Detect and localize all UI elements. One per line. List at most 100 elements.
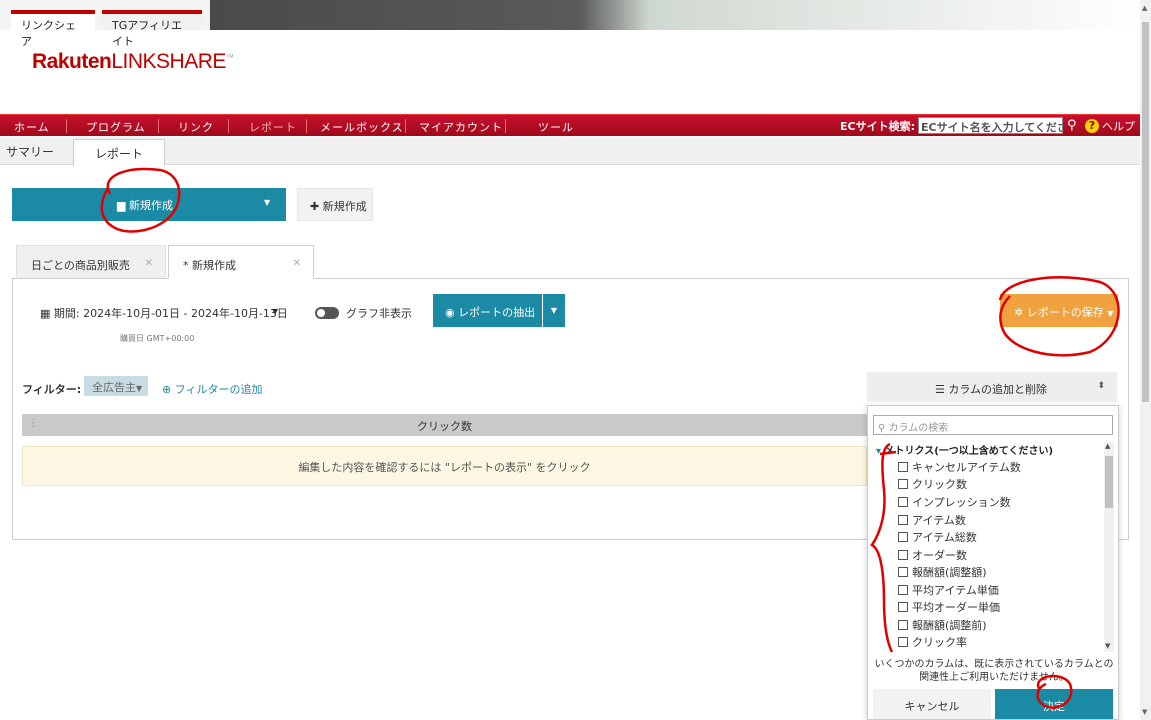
page-scrollbar[interactable]: ▲ ▼ <box>1140 0 1151 720</box>
nav-my-account[interactable]: マイアカウント <box>419 119 503 135</box>
caret-down-icon: ▼ <box>136 384 143 393</box>
tab-linkshare[interactable]: リンクシェア <box>11 10 95 48</box>
graph-toggle[interactable] <box>315 307 339 319</box>
calendar-icon: ▦ <box>40 307 51 320</box>
nav-home[interactable]: ホーム <box>14 119 50 135</box>
drag-handle-icon[interactable]: ⋮ <box>28 418 38 429</box>
checkbox[interactable] <box>898 462 908 472</box>
column-option[interactable]: 平均オーダー単価 <box>898 599 1000 615</box>
scroll-down-icon[interactable]: ▼ <box>1142 708 1147 716</box>
checkbox[interactable] <box>898 532 908 542</box>
column-option[interactable]: キャンセルアイテム数 <box>898 459 1021 475</box>
report-tab-daily-sales[interactable]: 日ごとの商品別販売 ✕ <box>16 245 166 279</box>
report-tab-label: * 新規作成 <box>183 259 236 272</box>
sort-icon: ⬍ <box>1097 381 1105 391</box>
help-label: ヘルプ <box>1102 120 1135 133</box>
nav-divider <box>158 119 159 133</box>
dropdown-scrollbar[interactable]: ▲ ▼ <box>1104 442 1114 652</box>
note-line: 関連性上ご利用いただけません。 <box>919 672 1069 683</box>
list-icon: ☰ <box>935 383 945 396</box>
add-remove-columns-button[interactable]: ☰ カラムの追加と削除 ⬍ <box>867 372 1117 402</box>
column-option[interactable]: オーダー数 <box>898 547 967 563</box>
checkbox[interactable] <box>898 567 908 577</box>
advertiser-filter-label: 全広告主 <box>92 381 136 394</box>
gear-icon: ✲ <box>1014 306 1024 319</box>
close-icon[interactable]: ✕ <box>293 258 301 269</box>
note-line: いくつかのカラムは、既に表示されているカラムとの <box>874 659 1114 670</box>
checkbox[interactable] <box>898 585 908 595</box>
save-report-button[interactable]: ✲ レポートの保存 ▼ <box>1000 294 1118 327</box>
column-option[interactable]: インプレッション数 <box>898 494 1011 510</box>
column-option[interactable]: クリック率 <box>898 634 967 650</box>
nav-mailbox[interactable]: メールボックス <box>320 119 404 135</box>
advertiser-filter-chip[interactable]: 全広告主▼ <box>84 376 148 396</box>
checkbox[interactable] <box>898 497 908 507</box>
help-link[interactable]: ? ヘルプ <box>1085 118 1135 134</box>
rakuten-linkshare-logo[interactable]: RakutenLINKSHARE™ <box>32 50 234 74</box>
checkbox[interactable] <box>898 515 908 525</box>
save-report-label: レポートの保存 <box>1026 306 1104 319</box>
checkbox[interactable] <box>898 620 908 630</box>
scroll-up-icon[interactable]: ▲ <box>1105 442 1110 450</box>
column-header-clicks[interactable]: クリック数 <box>417 420 472 433</box>
checkbox[interactable] <box>898 479 908 489</box>
report-tab-new[interactable]: * 新規作成 ✕ <box>168 245 314 279</box>
extract-dropdown-button[interactable]: ▼ <box>543 294 565 327</box>
search-icon[interactable]: ⚲ <box>1067 118 1077 133</box>
tab-summary[interactable]: サマリー <box>6 143 54 160</box>
sub-tab-bar: サマリー レポート <box>0 137 1140 166</box>
column-option[interactable]: アイテム総数 <box>898 529 977 545</box>
new-report-plain-button[interactable]: ✚ 新規作成 <box>297 188 373 221</box>
checkbox[interactable] <box>898 550 908 560</box>
nav-report[interactable]: レポート <box>249 119 297 135</box>
unavailable-columns-note: いくつかのカラムは、既に表示されているカラムとの 関連性上ご利用いただけません。 <box>868 658 1120 684</box>
new-report-plain-label: 新規作成 <box>322 200 367 213</box>
column-option[interactable]: クリック数 <box>898 476 967 492</box>
graph-toggle-label: グラフ非表示 <box>346 307 412 320</box>
caret-down-icon[interactable]: ▼ <box>272 307 278 316</box>
column-option-label: インプレッション数 <box>912 496 1011 509</box>
column-search-input[interactable]: ⚲ カラムの検索 <box>873 415 1113 435</box>
checkbox[interactable] <box>898 602 908 612</box>
add-filter-label: フィルターの追加 <box>174 383 263 396</box>
confirm-button[interactable]: 決定 <box>995 689 1113 719</box>
extract-report-button[interactable]: ◉ レポートの抽出 <box>433 294 542 327</box>
nav-program[interactable]: プログラム <box>86 119 146 135</box>
cancel-button[interactable]: キャンセル <box>873 689 991 719</box>
nav-tools[interactable]: ツール <box>538 119 574 135</box>
nav-divider <box>66 119 67 133</box>
filter-label: フィルター: <box>22 383 82 396</box>
page-scroll-thumb[interactable] <box>1142 22 1149 402</box>
column-picker-dropdown: ⚲ カラムの検索 ▾ メトリクス(一つ以上含めてください) キャンセルアイテム数… <box>867 405 1119 720</box>
ec-search-input[interactable]: ECサイト名を入力してください。 <box>918 117 1063 134</box>
column-option[interactable]: アイテム数 <box>898 512 966 528</box>
caret-down-icon: ▼ <box>1107 309 1114 318</box>
nav-link[interactable]: リンク <box>178 119 214 135</box>
metrics-group-header[interactable]: ▾ メトリクス(一つ以上含めてください) <box>876 442 1053 457</box>
plus-icon: ✚ <box>310 200 320 213</box>
column-option-label: 報酬額(調整前) <box>912 619 987 632</box>
checkbox[interactable] <box>898 637 908 647</box>
tab-report[interactable]: レポート <box>73 139 165 166</box>
column-option[interactable]: 報酬額(調整額) <box>898 564 987 580</box>
metrics-group-label: メトリクス(一つ以上含めてください) <box>884 446 1054 457</box>
new-report-button[interactable]: ▆ 新規作成 ▼ <box>12 188 286 221</box>
scroll-down-icon[interactable]: ▼ <box>1105 642 1110 650</box>
logo-rakuten: Rakuten <box>32 50 112 73</box>
caret-down-icon[interactable]: ▼ <box>264 198 270 207</box>
column-option[interactable]: 平均アイテム単価 <box>898 582 999 598</box>
dropdown-scroll-thumb[interactable] <box>1105 456 1113 508</box>
ec-site-search: ECサイト検索: ECサイト名を入力してください。 ⚲ <box>840 117 1077 134</box>
edit-notice: 編集した内容を確認するには "レポートの表示" をクリック <box>22 446 867 486</box>
tab-tg-affiliate[interactable]: TGアフィリエイト <box>102 10 202 48</box>
add-filter-link[interactable]: ⊕ フィルターの追加 <box>162 381 263 397</box>
column-option-label: 報酬額(調整額) <box>912 566 987 579</box>
close-icon[interactable]: ✕ <box>145 258 153 269</box>
nav-divider <box>405 119 406 133</box>
column-option[interactable]: 報酬額(調整前) <box>898 617 987 633</box>
search-icon: ⚲ <box>878 423 886 434</box>
period-selector[interactable]: ▦ 期間: 2024年-10月-01日 - 2024年-10月-13日 <box>40 305 288 321</box>
scroll-up-icon[interactable]: ▲ <box>1142 4 1147 12</box>
triangle-down-icon: ▾ <box>876 446 882 457</box>
period-label: 期間: 2024年-10月-01日 - 2024年-10月-13日 <box>53 307 288 320</box>
